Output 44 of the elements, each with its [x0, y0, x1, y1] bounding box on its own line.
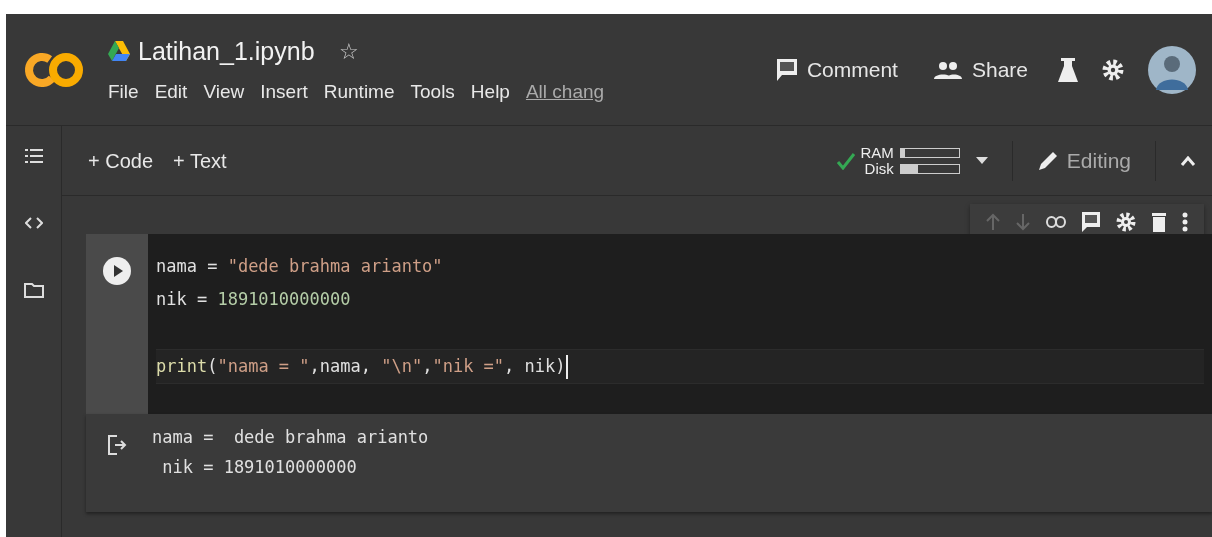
output-line: nik = 1891010000000: [161, 456, 358, 479]
add-cell-button[interactable]: + Text: [163, 145, 237, 176]
save-status-link[interactable]: All chang: [517, 78, 605, 107]
output-line: nama = dede brahma arianto: [152, 426, 429, 449]
table-of-contents-icon[interactable]: [24, 148, 43, 164]
avatar-icon[interactable]: [1148, 45, 1196, 94]
code-line: nik = 1891010000000: [156, 288, 352, 311]
comment-icon[interactable]: [1082, 212, 1100, 232]
share-button[interactable]: Share: [927, 52, 1034, 87]
output-icon[interactable]: [107, 434, 127, 456]
drive-icon: [108, 41, 130, 62]
menu-item[interactable]: Runtime: [315, 78, 403, 107]
folder-icon[interactable]: [23, 282, 44, 298]
code-line: nama = "dede brahma arianto": [156, 255, 444, 278]
link-icon[interactable]: [1046, 216, 1066, 228]
trash-icon[interactable]: [1152, 212, 1166, 232]
menu-item[interactable]: Tools: [402, 78, 463, 107]
usage-bar: [899, 147, 960, 158]
flask-icon[interactable]: [1058, 57, 1078, 82]
run-button[interactable]: [102, 256, 132, 286]
text-cursor: [565, 355, 568, 379]
settings-icon[interactable]: [1116, 212, 1136, 232]
comment-button[interactable]: Comment: [770, 52, 904, 87]
dropdown-caret-icon[interactable]: [975, 156, 988, 165]
menu-item[interactable]: View: [195, 78, 253, 107]
menu-item[interactable]: Help: [462, 78, 518, 107]
add-cell-button[interactable]: + Code: [78, 145, 164, 176]
menu-item[interactable]: Insert: [252, 78, 316, 107]
resource-label: Disk: [864, 161, 894, 176]
resource-label: RAM: [860, 145, 894, 160]
settings-icon[interactable]: [1102, 58, 1124, 81]
editing-mode-label[interactable]: Editing: [1066, 144, 1131, 177]
usage-bar: [899, 163, 960, 174]
menu-item[interactable]: File: [108, 78, 147, 107]
notebook-title[interactable]: Latihan_1.ipynb: [138, 32, 315, 70]
pencil-icon: [1036, 149, 1059, 172]
star-button[interactable]: ☆: [338, 34, 359, 68]
people-icon: [933, 60, 962, 79]
menu-item[interactable]: Edit: [146, 78, 196, 107]
comment-icon: [776, 58, 797, 81]
more-icon[interactable]: [1182, 212, 1188, 232]
collapse-icon[interactable]: [1180, 155, 1196, 166]
check-icon: [836, 151, 857, 170]
code-icon[interactable]: [24, 216, 43, 230]
